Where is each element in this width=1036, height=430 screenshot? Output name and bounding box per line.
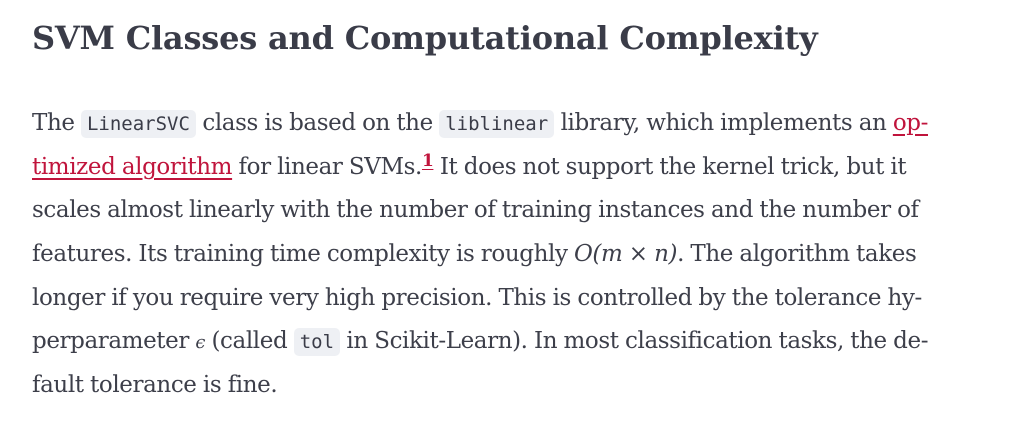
paragraph-line: features. Its training time complexity i… — [32, 233, 1017, 277]
text-span: perparameter — [32, 328, 196, 355]
paragraph-line: The LinearSVC class is based on the libl… — [32, 102, 1017, 146]
text-span: library, which implements an — [554, 110, 893, 136]
code-tol: tol — [293, 328, 341, 357]
paragraph-line: fault tolerance is fine. — [32, 364, 1017, 408]
paragraph-line: perparameter ϵ (called tol in Scikit-Lea… — [32, 320, 1017, 364]
text-span: class is based on the — [195, 110, 440, 136]
text-span: in Scikit-Learn). In most classification… — [340, 328, 929, 355]
epsilon-symbol: ϵ — [195, 332, 206, 354]
complexity-formula: O(m × n) — [573, 241, 678, 268]
text-span: features. Its training time complexity i… — [32, 241, 574, 268]
paragraph-line: scales almost linearly with the number o… — [32, 189, 1017, 233]
text-span: . The algorithm takes — [677, 241, 917, 268]
body-paragraph: The LinearSVC class is based on the libl… — [32, 102, 1017, 408]
code-linearsvc: LinearSVC — [80, 110, 196, 138]
optimized-algorithm-link[interactable]: op- — [893, 110, 929, 136]
text-span: longer if you require very high precisio… — [32, 284, 922, 311]
text-span: The — [32, 110, 81, 136]
text-span: fault tolerance is fine. — [32, 372, 278, 399]
text-span: for linear SVMs. — [232, 153, 423, 180]
optimized-algorithm-link-cont[interactable]: timized algorithm — [32, 154, 232, 180]
text-span: (called — [205, 328, 294, 355]
text-span: It does not support the kernel trick, bu… — [433, 153, 907, 180]
section-heading: SVM Classes and Computational Complexity — [32, 19, 818, 57]
paragraph-line: longer if you require very high precisio… — [32, 277, 1017, 321]
code-liblinear: liblinear — [439, 110, 555, 138]
text-span: scales almost linearly with the number o… — [32, 197, 919, 224]
footnote-link[interactable]: 1 — [422, 151, 434, 171]
paragraph-line: timized algorithm for linear SVMs.1 It d… — [32, 146, 1017, 190]
